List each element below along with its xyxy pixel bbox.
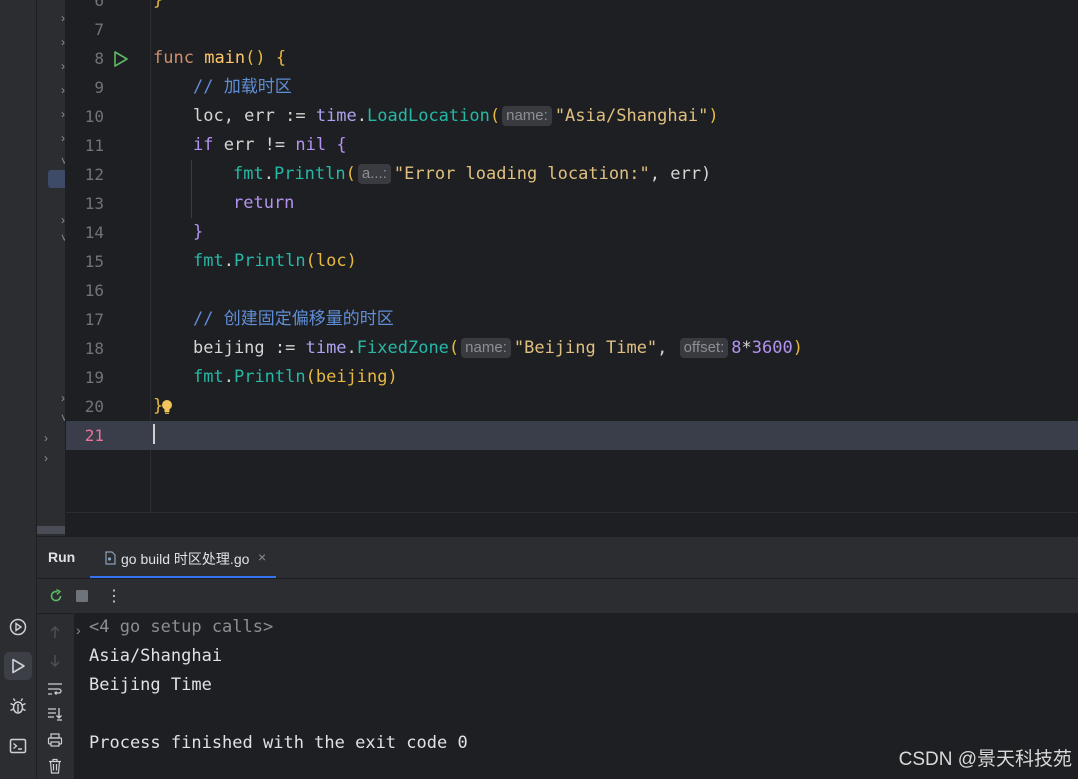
code-line-15: 15 fmt.Println(loc): [84, 251, 357, 271]
comment: // 加载时区: [193, 77, 292, 97]
more-icon[interactable]: ⋮: [106, 588, 122, 605]
code-line-9: 9 // 加载时区: [66, 73, 1078, 102]
tree-chevron[interactable]: ›: [61, 12, 65, 24]
debug-icon[interactable]: [4, 692, 32, 720]
tree-chevron[interactable]: ›: [61, 84, 65, 96]
run-header: Run go build 时区处理.go ×: [37, 537, 1078, 579]
param-hint: a...:: [357, 164, 391, 184]
console-exit-line: Process finished with the exit code 0: [89, 733, 468, 753]
console-line: Asia/Shanghai: [89, 646, 223, 666]
lightbulb-icon[interactable]: [161, 399, 173, 420]
stop-icon[interactable]: [74, 588, 90, 604]
code-line-14: 14 }: [84, 222, 204, 242]
param-hint: offset:: [679, 338, 729, 358]
tree-chevron[interactable]: ›: [61, 36, 65, 48]
tree-selection: [48, 170, 65, 188]
tool-window-strip: [0, 0, 37, 779]
run-tool-window: Run go build 时区处理.go × ⋮ › <4 go setup c…: [37, 537, 1078, 779]
param-hint: name:: [461, 338, 511, 358]
tree-chevron-down[interactable]: ˅: [61, 155, 65, 167]
tree-chevron[interactable]: ›: [61, 108, 65, 120]
tree-scrollbar[interactable]: [37, 526, 65, 534]
trash-icon[interactable]: [47, 758, 63, 774]
editor-footer: [66, 512, 1078, 536]
rerun-icon[interactable]: [48, 588, 64, 604]
code-line-21: 21: [66, 421, 1078, 450]
run-tab-label: go build 时区处理.go: [121, 551, 250, 567]
code-line-13: 13 return: [84, 193, 295, 213]
console-side-toolbar: [37, 614, 73, 779]
project-tree[interactable]: › › › › › › ˅ › ˅ › ˅ › ›: [37, 0, 65, 536]
console-line: Beijing Time: [89, 675, 212, 695]
watermark: CSDN @景天科技苑: [898, 749, 1072, 770]
tree-chevron[interactable]: ›: [61, 214, 65, 226]
print-icon[interactable]: [47, 732, 63, 748]
code-line-19: 19 fmt.Println(beijing): [84, 367, 398, 387]
run-tab[interactable]: go build 时区处理.go ×: [90, 537, 276, 578]
go-file-icon: [104, 551, 117, 570]
code-line-11: 11 if err != nil {: [84, 135, 347, 155]
tree-chevron[interactable]: ›: [44, 432, 48, 444]
services-icon[interactable]: [4, 613, 32, 641]
code-line-6: 6 }: [94, 0, 164, 10]
scroll-up-icon[interactable]: [47, 624, 63, 640]
code-editor[interactable]: 6 } 7 8 func main() { 9 // 加载时区 10 loc, …: [66, 0, 1078, 536]
keyword: func: [153, 48, 194, 68]
code-line-12: 12 fmt.Println(a...: "Error loading locat…: [84, 164, 712, 184]
code-line-10: 10 loc, err := time.LoadLocation(name: "A…: [84, 106, 719, 126]
run-toolbar: ⋮: [37, 579, 1078, 614]
soft-wrap-icon[interactable]: [47, 681, 63, 697]
code-line-17: 17 // 创建固定偏移量的时区: [66, 305, 1078, 334]
code-line-7: 7: [94, 20, 104, 39]
code-line-18: 18 beijing := time.FixedZone(name: "Beiji…: [84, 338, 803, 358]
tree-chevron-down[interactable]: ˅: [61, 412, 65, 424]
run-icon[interactable]: [4, 652, 32, 680]
tree-chevron[interactable]: ›: [61, 132, 65, 144]
code-line-8: 8 func main() {: [66, 44, 1078, 73]
run-gutter-icon[interactable]: [112, 50, 130, 73]
function-name: main: [204, 48, 246, 68]
scroll-to-end-icon[interactable]: [47, 706, 63, 722]
code-line-20: 20 }: [66, 392, 1078, 421]
tree-chevron[interactable]: ›: [61, 60, 65, 72]
text-caret: [153, 424, 155, 444]
tree-chevron-down[interactable]: ˅: [61, 232, 65, 244]
tree-chevron[interactable]: ›: [61, 392, 65, 404]
code-line-16: 16: [84, 281, 104, 300]
expand-chevron-icon[interactable]: ›: [76, 616, 81, 645]
scroll-down-icon[interactable]: [47, 653, 63, 669]
param-hint: name:: [502, 106, 552, 126]
run-title: Run: [48, 549, 76, 565]
comment: // 创建固定偏移量的时区: [193, 309, 394, 329]
close-icon[interactable]: ×: [258, 549, 266, 565]
console-setup-calls[interactable]: <4 go setup calls>: [89, 613, 273, 642]
terminal-icon[interactable]: [4, 732, 32, 760]
tree-chevron[interactable]: ›: [44, 452, 48, 464]
